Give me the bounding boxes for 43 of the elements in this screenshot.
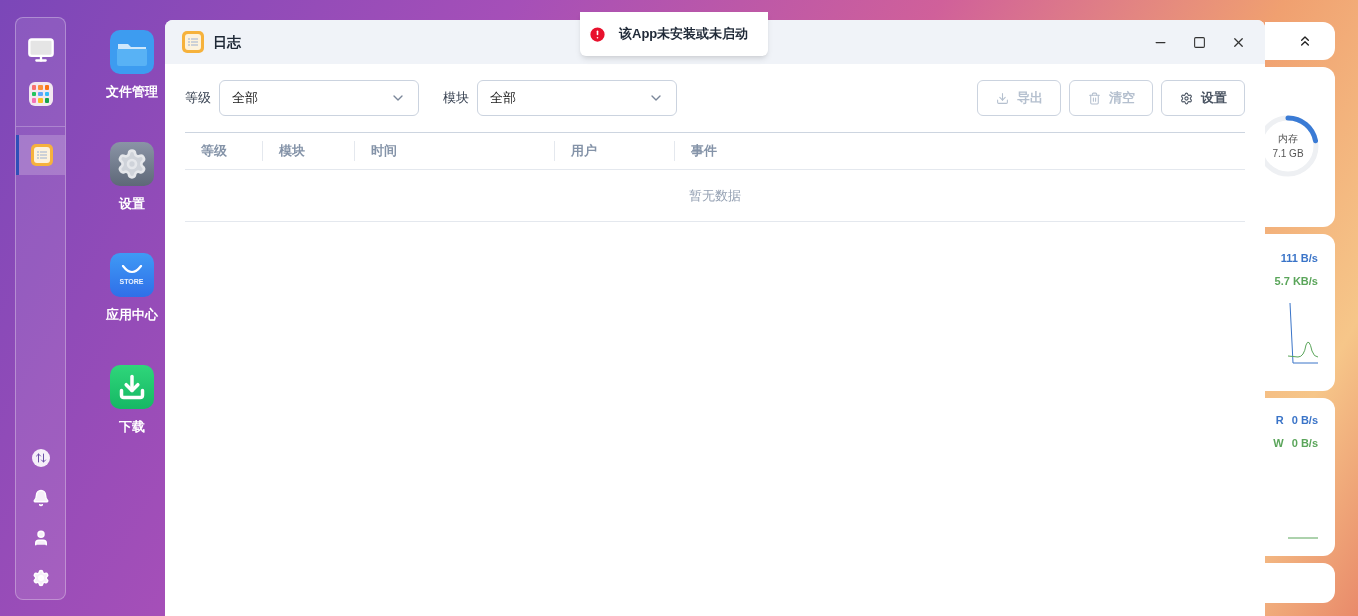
column-header: 用户 — [571, 142, 597, 161]
desktop-icon-label: 应用中心 — [105, 306, 158, 324]
column-header: 等级 — [201, 142, 227, 161]
dock-item[interactable] — [16, 135, 65, 175]
disk-sparkline — [1288, 537, 1318, 539]
desktop-icon-label: 设置 — [118, 194, 145, 213]
filter-label: 模块 — [443, 89, 469, 108]
memory-label: 内存 — [1278, 132, 1298, 146]
settings-app-icon[interactable] — [109, 141, 154, 186]
folder-app-icon[interactable] — [109, 30, 154, 74]
bell-icon[interactable] — [31, 489, 50, 507]
filter-label: 等级 — [185, 89, 211, 108]
column-header: 时间 — [371, 142, 397, 161]
download-app-icon[interactable] — [109, 364, 154, 409]
desktop-icon-label: 文件管理 — [105, 83, 158, 101]
network-sparkline — [1288, 301, 1318, 365]
trash-icon — [1087, 91, 1101, 105]
empty-message: 暂无数据 — [689, 186, 741, 205]
column-header: 事件 — [691, 142, 717, 161]
settings-icon[interactable] — [31, 569, 50, 587]
window-title: 日志 — [213, 32, 241, 52]
toolbar-button[interactable]: 设置 — [1161, 80, 1245, 116]
memory-value: 7.1 GB — [1272, 147, 1304, 161]
filter-select[interactable]: 全部 — [219, 80, 419, 116]
log-app-icon — [181, 30, 205, 54]
monitor-icon — [26, 36, 55, 64]
write-label: W — [1273, 435, 1284, 451]
maximize-icon[interactable] — [1193, 35, 1206, 49]
error-icon — [588, 24, 607, 44]
download-speed: 5.7 KB/s — [1274, 273, 1318, 289]
download-icon — [995, 91, 1009, 105]
column-header: 模块 — [279, 142, 305, 161]
read-speed: 0 B/s — [1291, 413, 1318, 428]
read-label: R — [1275, 413, 1284, 428]
desktop-icon-label: 下载 — [118, 417, 145, 436]
app-grid-icon — [28, 82, 53, 106]
filter-select[interactable]: 全部 — [477, 80, 677, 116]
write-speed: 0 B/s — [1291, 435, 1318, 451]
transfer-icon[interactable] — [31, 449, 50, 467]
upload-speed: 111 B/s — [1280, 251, 1318, 266]
log-app-icon — [30, 143, 54, 167]
settings-icon — [1179, 91, 1193, 105]
toast-message: 该App未安装或未启动 — [619, 25, 749, 44]
